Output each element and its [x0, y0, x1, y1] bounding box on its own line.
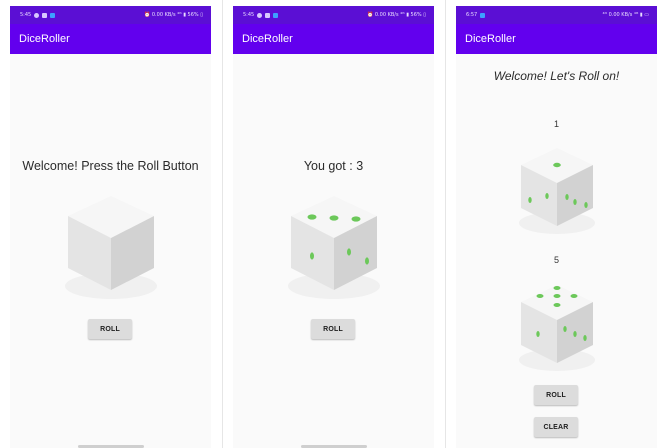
- app-bar: DiceRoller: [10, 24, 211, 54]
- status-right: ⁴ᴳ 0.00 KB/s ⁴ᴳ ▮ ▭: [602, 12, 649, 18]
- die-pip: [570, 294, 578, 298]
- status-bar: 6:57 ⁴ᴳ 0.00 KB/s ⁴ᴳ ▮ ▭: [456, 6, 657, 24]
- die-pip: [310, 252, 314, 260]
- app-notification-icon: [42, 12, 48, 18]
- status-bar: 5:45 ⏰ 0.00 KB/s ⁴ᴳ ▮ 56% ▯: [233, 6, 434, 24]
- app-title: DiceRoller: [242, 33, 293, 45]
- divider: [445, 0, 446, 448]
- status-right: ⏰ 0.00 KB/s ⁴ᴳ ▮ 56% ▯: [367, 12, 426, 18]
- roll-button[interactable]: ROLL: [534, 385, 578, 405]
- notification-icon: [34, 12, 40, 18]
- app-notification-icon: [265, 12, 271, 18]
- die-pip: [545, 193, 549, 199]
- status-time: 5:45: [243, 12, 255, 18]
- roll-button[interactable]: ROLL: [311, 319, 355, 339]
- die-pip: [573, 331, 577, 337]
- die-pip: [351, 216, 361, 222]
- die-2-value-label: 5: [553, 255, 559, 265]
- die-three-image: [288, 196, 380, 299]
- die-blank-image: [65, 196, 157, 299]
- roll-message: Welcome! Let's Roll on!: [493, 69, 620, 83]
- die-pip: [528, 197, 532, 203]
- phone-screen-2: 5:45 ⏰ 0.00 KB/s ⁴ᴳ ▮ 56% ▯ DiceRoller Y…: [233, 6, 434, 448]
- die-1-value-label: 1: [553, 119, 559, 129]
- app-title: DiceRoller: [465, 33, 516, 45]
- status-time: 5:45: [20, 12, 32, 18]
- status-time: 6:57: [466, 12, 478, 18]
- roll-message: Welcome! Press the Roll Button: [22, 159, 199, 173]
- die-pip: [573, 199, 577, 205]
- app-bar: DiceRoller: [233, 24, 434, 54]
- app-bar: DiceRoller: [456, 24, 657, 54]
- die-pip: [553, 303, 561, 307]
- die-pip: [565, 194, 569, 200]
- app-title: DiceRoller: [19, 33, 70, 45]
- notification-icon: [257, 12, 263, 18]
- app-notification-icon: [50, 12, 56, 18]
- status-bar: 5:45 ⏰ 0.00 KB/s ⁴ᴳ ▮ 56% ▯: [10, 6, 211, 24]
- die-pip: [347, 248, 351, 256]
- roll-message: You got : 3: [303, 159, 364, 173]
- die-one-image: [519, 148, 595, 234]
- die-pip: [563, 326, 567, 332]
- die-pip: [584, 202, 588, 208]
- roll-button[interactable]: ROLL: [88, 319, 132, 339]
- app-notification-icon: [480, 12, 486, 18]
- die-pip: [553, 162, 561, 168]
- die-pip: [329, 215, 339, 221]
- die-pip: [553, 294, 561, 298]
- die-pip: [583, 335, 587, 341]
- die-pip: [365, 257, 369, 265]
- app-notification-icon: [273, 12, 279, 18]
- phone-screen-1: 5:45 ⏰ 0.00 KB/s ⁴ᴳ ▮ 56% ▯ DiceRoller W…: [10, 6, 211, 448]
- die-pip: [307, 214, 317, 220]
- die-pip: [536, 331, 540, 337]
- divider: [222, 0, 223, 448]
- phone-screen-3: 6:57 ⁴ᴳ 0.00 KB/s ⁴ᴳ ▮ ▭ DiceRoller Welc…: [456, 6, 657, 448]
- status-right: ⏰ 0.00 KB/s ⁴ᴳ ▮ 56% ▯: [144, 12, 203, 18]
- die-pip: [536, 294, 544, 298]
- clear-button[interactable]: CLEAR: [534, 417, 578, 437]
- die-five-image: [519, 285, 595, 371]
- die-pip: [553, 286, 561, 290]
